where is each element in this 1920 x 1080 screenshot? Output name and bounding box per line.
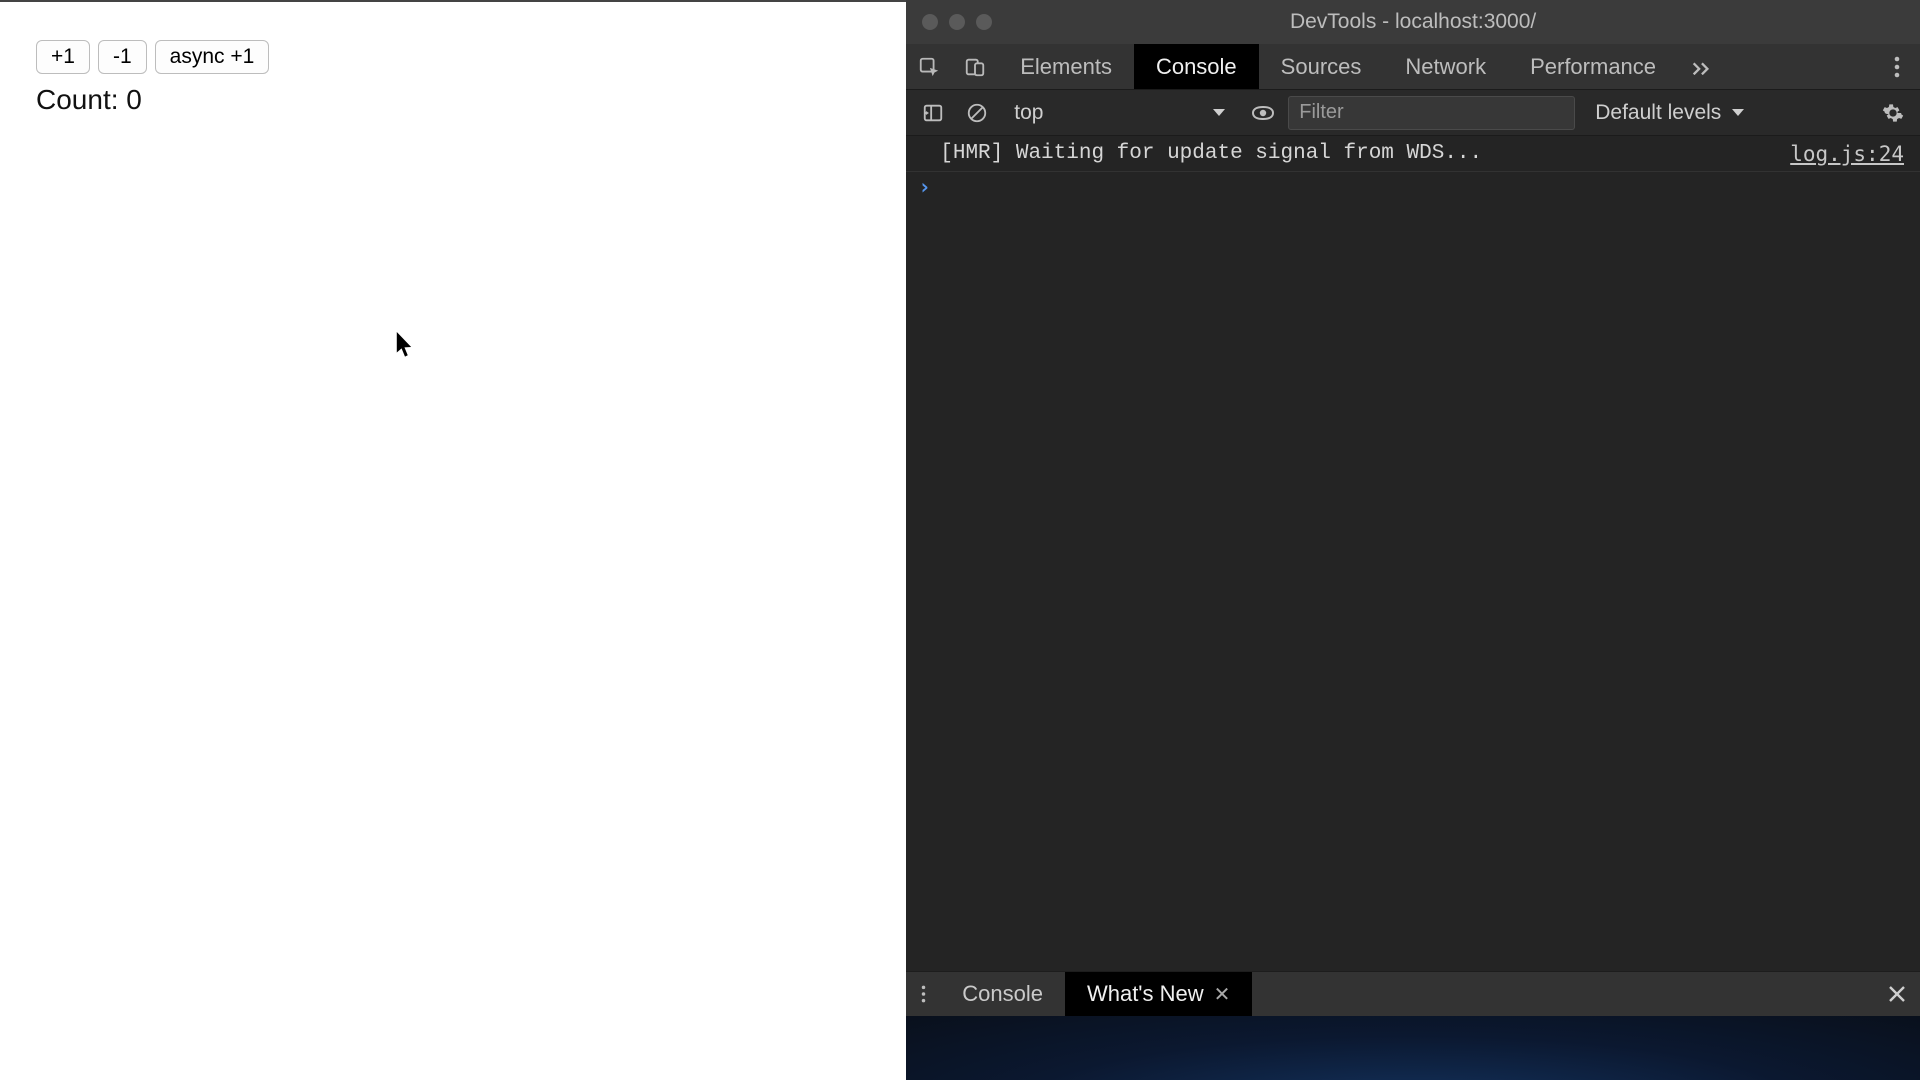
drawer-close-icon[interactable]	[1874, 972, 1920, 1016]
devtools-menu-icon[interactable]	[1874, 44, 1920, 89]
console-log-source-link[interactable]: log.js:24	[1790, 142, 1904, 166]
tab-console[interactable]: Console	[1134, 44, 1259, 89]
count-label-text: Count:	[36, 84, 126, 115]
app-pane: +1 -1 async +1 Count: 0	[0, 0, 906, 1080]
execution-context-select[interactable]: top	[1002, 95, 1238, 131]
log-levels-label: Default levels	[1595, 101, 1721, 125]
mouse-cursor-icon	[396, 332, 414, 358]
devtools-titlebar[interactable]: DevTools - localhost:3000/	[906, 0, 1920, 44]
tab-sources[interactable]: Sources	[1259, 44, 1384, 89]
prompt-caret-icon: ›	[918, 175, 931, 199]
traffic-close-icon[interactable]	[922, 14, 938, 30]
devtools-tabstrip: Elements Console Sources Network Perform…	[906, 44, 1920, 90]
inspect-element-icon[interactable]	[906, 44, 952, 89]
count-value: 0	[126, 84, 142, 115]
console-sidebar-toggle-icon[interactable]	[914, 94, 952, 132]
log-levels-select[interactable]: Default levels	[1581, 101, 1759, 125]
tab-performance[interactable]: Performance	[1508, 44, 1678, 89]
chevron-down-icon	[1731, 108, 1745, 118]
traffic-zoom-icon[interactable]	[976, 14, 992, 30]
decrement-button[interactable]: -1	[98, 40, 147, 74]
counter-button-row: +1 -1 async +1	[36, 40, 870, 74]
drawer-body	[906, 1016, 1920, 1080]
count-display: Count: 0	[36, 84, 870, 116]
tab-elements[interactable]: Elements	[998, 44, 1134, 89]
console-toolbar: top Default levels	[906, 90, 1920, 136]
console-filter-input[interactable]	[1288, 96, 1575, 130]
async-increment-button[interactable]: async +1	[155, 40, 270, 74]
drawer-tabstrip: Console What's New ✕	[906, 972, 1920, 1016]
traffic-minimize-icon[interactable]	[949, 14, 965, 30]
devtools-title: DevTools - localhost:3000/	[906, 10, 1920, 34]
tab-network[interactable]: Network	[1383, 44, 1508, 89]
chevron-down-icon	[1212, 108, 1226, 118]
drawer-menu-icon[interactable]	[906, 972, 940, 1016]
execution-context-value: top	[1014, 101, 1043, 125]
window-traffic-lights	[922, 14, 992, 30]
drawer-tab-console[interactable]: Console	[940, 972, 1065, 1016]
close-icon[interactable]: ✕	[1214, 982, 1231, 1007]
devtools-window: DevTools - localhost:3000/ Elements Cons…	[906, 0, 1920, 1080]
console-prompt[interactable]: ›	[906, 172, 1920, 202]
more-tabs-icon[interactable]	[1678, 44, 1724, 89]
live-expression-icon[interactable]	[1244, 94, 1282, 132]
console-log-row[interactable]: [HMR] Waiting for update signal from WDS…	[906, 136, 1920, 172]
console-log-message: [HMR] Waiting for update signal from WDS…	[940, 142, 1790, 165]
increment-button[interactable]: +1	[36, 40, 90, 74]
console-settings-icon[interactable]	[1874, 94, 1912, 132]
clear-console-icon[interactable]	[958, 94, 996, 132]
drawer-tab-whats-new[interactable]: What's New ✕	[1065, 972, 1252, 1016]
devtools-drawer: Console What's New ✕	[906, 971, 1920, 1080]
device-toolbar-icon[interactable]	[952, 44, 998, 89]
drawer-tab-whats-new-label: What's New	[1087, 981, 1204, 1007]
console-body[interactable]: [HMR] Waiting for update signal from WDS…	[906, 136, 1920, 971]
